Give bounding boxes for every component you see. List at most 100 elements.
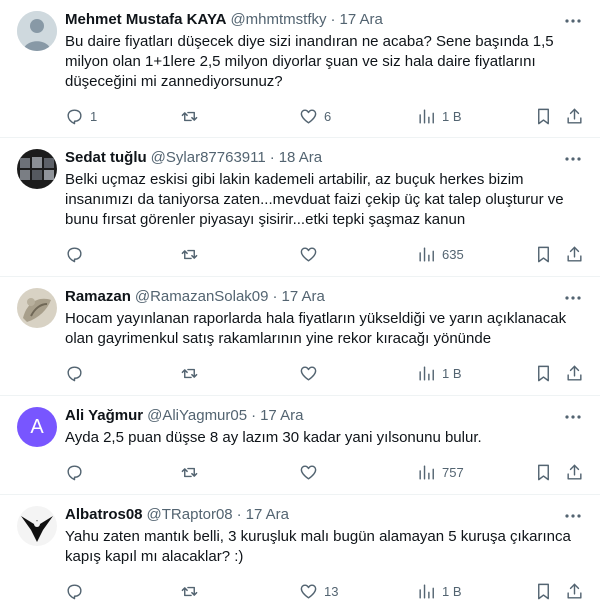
- avatar[interactable]: [17, 149, 57, 189]
- share-button[interactable]: [565, 463, 584, 482]
- bookmark-icon: [538, 246, 549, 263]
- reply-button[interactable]: [65, 245, 90, 264]
- views-count: 1 B: [442, 584, 462, 599]
- author-name[interactable]: Ramazan: [65, 287, 131, 307]
- retweet-button[interactable]: [180, 364, 205, 383]
- reply-button[interactable]: [65, 582, 90, 601]
- like-count: 13: [324, 584, 339, 599]
- like-button[interactable]: 6: [299, 107, 331, 126]
- retweet-icon: [181, 467, 198, 478]
- tweet[interactable]: Mehmet Mustafa KAYA @mhmtmstfky · 17 Ara…: [0, 0, 600, 138]
- reply-button[interactable]: [65, 364, 90, 383]
- timestamp[interactable]: 17 Ara: [260, 406, 303, 426]
- share-button[interactable]: [565, 107, 584, 126]
- avatar[interactable]: [17, 11, 57, 51]
- more-options-icon[interactable]: [564, 408, 582, 426]
- bookmark-button[interactable]: [534, 107, 553, 126]
- bookmark-button[interactable]: [534, 463, 553, 482]
- timestamp[interactable]: 17 Ara: [340, 10, 383, 30]
- tweet-text: Bu daire fiyatları düşecek diye sizi ina…: [65, 33, 554, 90]
- tweet[interactable]: A Ali Yağmur @AliYagmur05 · 17 Ara Ayda …: [0, 396, 600, 495]
- views-button[interactable]: 1 B: [417, 582, 462, 601]
- retweet-button[interactable]: [180, 582, 205, 601]
- bookmark-icon: [538, 365, 549, 382]
- views-button[interactable]: 1 B: [417, 364, 462, 383]
- bookmark-icon: [538, 464, 549, 481]
- separator-dot: ·: [269, 149, 275, 166]
- tweet-header: Albatros08 @TRaptor08 · 17 Ara: [65, 505, 584, 525]
- reply-count: 1: [90, 109, 98, 124]
- share-icon: [567, 464, 582, 480]
- timestamp[interactable]: 17 Ara: [246, 505, 289, 525]
- tweet-actions: 1 B: [65, 355, 584, 393]
- tweet-header: Ramazan @RamazanSolak09 · 17 Ara: [65, 287, 584, 307]
- views-count: 1 B: [442, 366, 462, 381]
- author-name[interactable]: Mehmet Mustafa KAYA: [65, 10, 226, 30]
- like-button[interactable]: [299, 364, 324, 383]
- share-icon: [567, 583, 582, 599]
- reply-icon: [67, 247, 82, 263]
- reply-icon: [67, 366, 82, 382]
- tweet-actions: 757: [65, 454, 584, 492]
- author-handle[interactable]: @mhmtmstfky: [230, 10, 326, 30]
- like-button[interactable]: [299, 245, 324, 264]
- heart-icon: [300, 247, 317, 262]
- author-name[interactable]: Sedat tuğlu: [65, 148, 147, 168]
- retweet-button[interactable]: [180, 245, 205, 264]
- tweet-actions: 1 6 1 B: [65, 98, 584, 136]
- tweet[interactable]: Ramazan @RamazanSolak09 · 17 Ara Hocam y…: [0, 277, 600, 396]
- more-options-icon[interactable]: [564, 507, 582, 525]
- reply-button[interactable]: 1: [65, 107, 97, 126]
- bookmark-icon: [538, 583, 549, 600]
- views-count: 1 B: [442, 109, 462, 124]
- author-name[interactable]: Albatros08: [65, 505, 143, 525]
- retweet-button[interactable]: [180, 107, 205, 126]
- like-count: 6: [324, 109, 332, 124]
- heart-icon: [300, 465, 317, 480]
- views-button[interactable]: 635: [417, 245, 464, 264]
- bookmark-button[interactable]: [534, 582, 553, 601]
- tweet[interactable]: Sedat tuğlu @Sylar87763911 · 18 Ara Belk…: [0, 138, 600, 277]
- author-handle[interactable]: @TRaptor08: [147, 505, 233, 525]
- retweet-icon: [181, 111, 198, 122]
- tweet-header: Sedat tuğlu @Sylar87763911 · 18 Ara: [65, 148, 584, 168]
- avatar-letter: A: [30, 415, 44, 438]
- share-button[interactable]: [565, 582, 584, 601]
- author-handle[interactable]: @RamazanSolak09: [135, 287, 269, 307]
- more-options-icon[interactable]: [564, 150, 582, 168]
- more-options-icon[interactable]: [564, 12, 582, 30]
- like-button[interactable]: [299, 463, 324, 482]
- avatar[interactable]: [17, 506, 57, 546]
- bookmark-button[interactable]: [534, 245, 553, 264]
- views-chart-icon: [419, 109, 434, 124]
- timestamp[interactable]: 18 Ara: [279, 148, 322, 168]
- share-button[interactable]: [565, 245, 584, 264]
- separator-dot: ·: [251, 407, 257, 424]
- separator-dot: ·: [236, 506, 242, 523]
- separator-dot: ·: [272, 288, 278, 305]
- views-button[interactable]: 1 B: [417, 107, 462, 126]
- views-chart-icon: [419, 584, 434, 599]
- retweet-button[interactable]: [180, 463, 205, 482]
- timestamp[interactable]: 17 Ara: [282, 287, 325, 307]
- author-handle[interactable]: @Sylar87763911: [151, 148, 266, 168]
- share-button[interactable]: [565, 364, 584, 383]
- more-options-icon[interactable]: [564, 289, 582, 307]
- views-chart-icon: [419, 247, 434, 262]
- avatar[interactable]: [17, 288, 57, 328]
- author-handle[interactable]: @AliYagmur05: [147, 406, 247, 426]
- views-count: 757: [442, 465, 464, 480]
- avatar[interactable]: A: [17, 407, 57, 447]
- reply-icon: [67, 584, 82, 600]
- like-button[interactable]: 13: [299, 582, 338, 601]
- tweet[interactable]: Albatros08 @TRaptor08 · 17 Ara Yahu zate…: [0, 495, 600, 607]
- views-chart-icon: [419, 465, 434, 480]
- tweet-actions: 13 1 B: [65, 573, 584, 607]
- retweet-icon: [181, 368, 198, 379]
- views-button[interactable]: 757: [417, 463, 464, 482]
- bookmark-button[interactable]: [534, 364, 553, 383]
- author-name[interactable]: Ali Yağmur: [65, 406, 143, 426]
- tweet-header: Ali Yağmur @AliYagmur05 · 17 Ara: [65, 406, 584, 426]
- reply-button[interactable]: [65, 463, 90, 482]
- photo-avatar-icon: [17, 149, 57, 189]
